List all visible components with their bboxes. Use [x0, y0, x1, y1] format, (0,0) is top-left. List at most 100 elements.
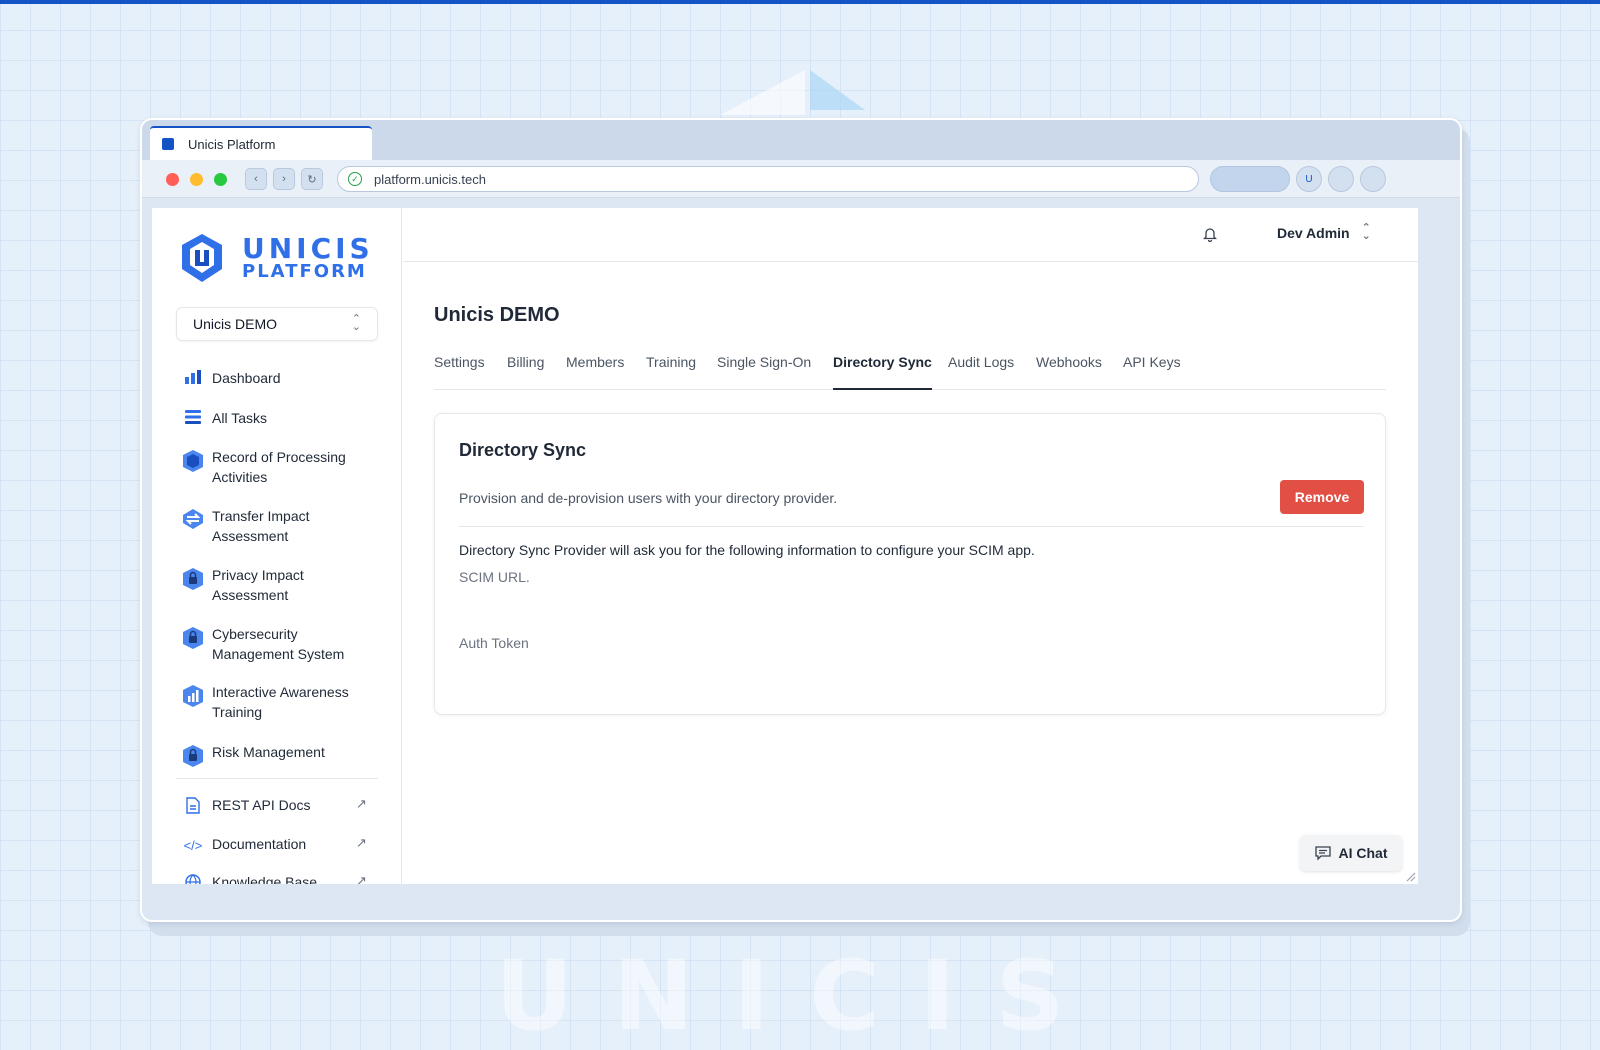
- sidebar-link-label: REST API Docs: [212, 797, 311, 813]
- sidebar-item-cybersecurity[interactable]: Cybersecurity Management System: [182, 624, 362, 664]
- lock-shield-icon: [182, 565, 204, 591]
- page-title: Unicis DEMO: [434, 304, 560, 326]
- list-icon: [182, 408, 204, 424]
- external-link-icon: ↗: [356, 873, 367, 884]
- sidebar-item-label: Interactive Awareness Training: [212, 684, 349, 720]
- sidebar: UNICIS PLATFORM Unicis DEMO ⌃ ⌄ Dashboard…: [152, 208, 402, 884]
- top-header: Dev Admin ⌃ ⌄: [403, 208, 1418, 262]
- toolbar-menu-button[interactable]: [1360, 166, 1386, 192]
- sidebar-item-transfer-impact[interactable]: Transfer Impact Assessment: [182, 506, 362, 546]
- sidebar-divider: [176, 778, 378, 779]
- sidebar-item-label: Transfer Impact Assessment: [212, 508, 310, 544]
- reload-icon: ↻: [307, 173, 317, 186]
- unicis-logo-icon: [182, 234, 222, 282]
- sidebar-item-risk-management[interactable]: Risk Management: [182, 742, 362, 768]
- sidebar-item-label: Dashboard: [212, 370, 281, 386]
- chevron-updown-icon: ⌃ ⌄: [351, 313, 361, 333]
- lock-shield-icon: [182, 624, 204, 650]
- sidebar-item-label: All Tasks: [212, 410, 267, 426]
- scim-url-label: SCIM URL.: [459, 569, 530, 585]
- auth-token-label: Auth Token: [459, 635, 529, 651]
- sidebar-item-privacy-impact[interactable]: Privacy Impact Assessment: [182, 565, 362, 605]
- unicis-logo[interactable]: UNICIS PLATFORM: [178, 232, 374, 284]
- user-menu[interactable]: Dev Admin ⌃ ⌄: [1277, 222, 1371, 242]
- settings-tabs: Settings Billing Members Training Single…: [434, 348, 1386, 390]
- card-divider: [459, 526, 1364, 527]
- favicon-icon: [162, 138, 174, 150]
- tab-settings[interactable]: Settings: [434, 354, 485, 390]
- browser-tabstrip: Unicis Platform: [142, 120, 1460, 160]
- minimize-window-button[interactable]: [190, 173, 203, 186]
- tab-webhooks[interactable]: Webhooks: [1036, 354, 1102, 390]
- training-icon: [182, 682, 204, 708]
- tab-billing[interactable]: Billing: [507, 354, 544, 390]
- browser-tab-title: Unicis Platform: [188, 136, 276, 152]
- tab-api-keys[interactable]: API Keys: [1123, 354, 1181, 390]
- toolbar-extension-button[interactable]: [1328, 166, 1354, 192]
- tab-members[interactable]: Members: [566, 354, 624, 390]
- chevron-right-icon: ›: [282, 173, 286, 185]
- lock-shield-icon: [182, 742, 204, 768]
- sidebar-item-label: Record of Processing Activities: [212, 449, 346, 485]
- shield-icon: [182, 447, 204, 473]
- sidebar-item-dashboard[interactable]: Dashboard: [182, 368, 362, 388]
- browser-window: Unicis Platform ‹ › ↻ ✓ platform.unicis.…: [140, 118, 1462, 922]
- maximize-window-button[interactable]: [214, 173, 227, 186]
- user-name: Dev Admin: [1277, 225, 1350, 241]
- code-icon: </>: [183, 838, 203, 853]
- sidebar-link-documentation[interactable]: </> Documentation: [182, 834, 362, 856]
- app-viewport: UNICIS PLATFORM Unicis DEMO ⌃ ⌄ Dashboard…: [152, 208, 1418, 884]
- tab-single-sign-on[interactable]: Single Sign-On: [717, 354, 811, 390]
- directory-sync-card: Directory Sync Provision and de-provisio…: [434, 413, 1386, 715]
- logo-wordmark: UNICIS PLATFORM: [242, 235, 374, 281]
- bell-icon[interactable]: [1202, 226, 1218, 247]
- ai-chat-button[interactable]: AI Chat: [1300, 835, 1402, 871]
- card-info-text: Directory Sync Provider will ask you for…: [459, 542, 1035, 558]
- org-selector-value: Unicis DEMO: [193, 316, 278, 332]
- top-accent-strip: [0, 0, 1600, 4]
- logo-line-2: PLATFORM: [242, 261, 367, 282]
- card-title: Directory Sync: [459, 440, 587, 460]
- sidebar-link-rest-api-docs[interactable]: REST API Docs: [182, 795, 362, 815]
- browser-toolbar: ‹ › ↻ ✓ platform.unicis.tech U: [142, 160, 1460, 198]
- tab-training[interactable]: Training: [646, 354, 696, 390]
- sidebar-link-label: Documentation: [212, 836, 307, 852]
- url-text: platform.unicis.tech: [374, 171, 486, 187]
- tab-audit-logs[interactable]: Audit Logs: [948, 354, 1014, 390]
- address-bar[interactable]: ✓ platform.unicis.tech: [337, 166, 1199, 192]
- external-link-icon: ↗: [356, 796, 367, 811]
- sidebar-item-record-of-processing[interactable]: Record of Processing Activities: [182, 447, 362, 487]
- sidebar-item-label: Risk Management: [212, 744, 325, 760]
- sidebar-item-label: Cybersecurity Management System: [212, 626, 345, 662]
- toolbar-pill-button[interactable]: [1210, 166, 1290, 192]
- globe-icon: [182, 872, 204, 884]
- bar-chart-icon: [182, 368, 204, 384]
- sidebar-item-all-tasks[interactable]: All Tasks: [182, 408, 362, 428]
- close-window-button[interactable]: [166, 173, 179, 186]
- secure-check-icon: ✓: [348, 172, 362, 186]
- sidebar-item-label: Privacy Impact Assessment: [212, 567, 304, 603]
- card-description: Provision and de-provision users with yo…: [459, 490, 838, 506]
- reload-button[interactable]: ↻: [301, 168, 323, 190]
- chat-icon: [1314, 845, 1331, 861]
- chevron-left-icon: ‹: [254, 173, 258, 185]
- external-link-icon: ↗: [356, 835, 367, 850]
- back-button[interactable]: ‹: [245, 168, 267, 190]
- profile-avatar-button[interactable]: U: [1296, 166, 1322, 192]
- logo-line-1: UNICIS: [242, 232, 374, 265]
- sidebar-link-knowledge-base[interactable]: Knowledge Base: [182, 872, 362, 884]
- background-watermark: UNICIS: [495, 940, 1105, 1050]
- tab-directory-sync[interactable]: Directory Sync: [833, 354, 932, 390]
- chevron-updown-icon: ⌃ ⌄: [1361, 222, 1371, 242]
- profile-initial: U: [1305, 173, 1313, 185]
- document-icon: [182, 795, 204, 814]
- resize-grip-icon[interactable]: [1404, 870, 1416, 882]
- transfer-icon: [182, 506, 204, 530]
- ai-chat-label: AI Chat: [1338, 845, 1388, 861]
- org-selector[interactable]: Unicis DEMO ⌃ ⌄: [176, 307, 378, 341]
- sidebar-item-awareness-training[interactable]: Interactive Awareness Training: [182, 682, 362, 722]
- forward-button[interactable]: ›: [273, 168, 295, 190]
- sidebar-link-label: Knowledge Base: [212, 874, 318, 884]
- browser-tab[interactable]: Unicis Platform: [150, 126, 372, 160]
- remove-button[interactable]: Remove: [1280, 480, 1364, 514]
